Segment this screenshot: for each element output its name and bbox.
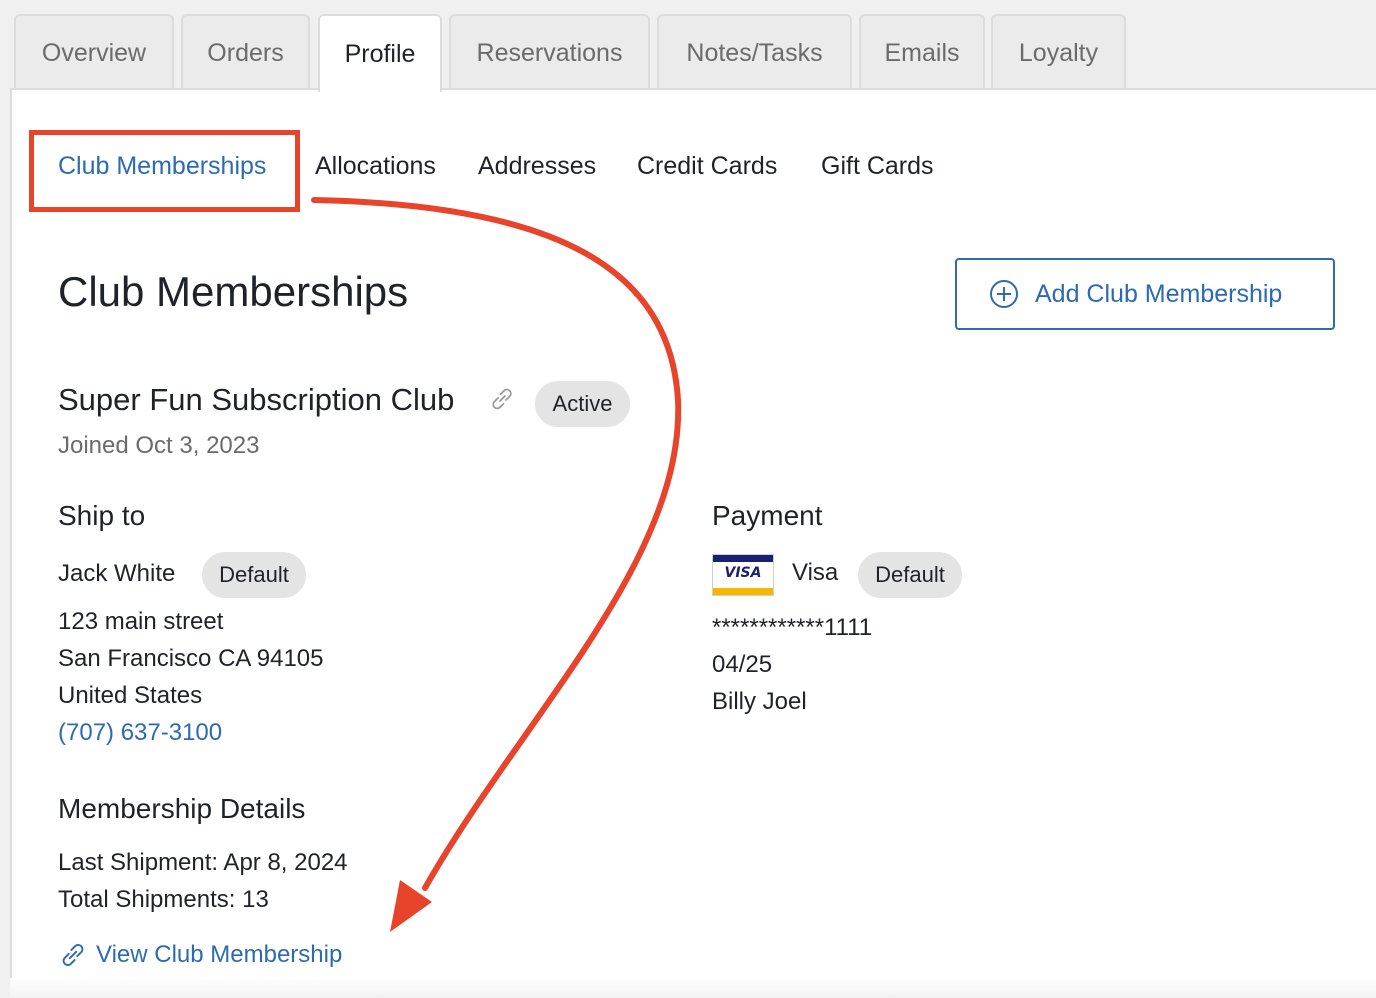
link-icon[interactable]	[488, 385, 516, 413]
last-shipment: Last Shipment: Apr 8, 2024	[58, 849, 348, 876]
visa-card-icon: VISA	[712, 554, 774, 596]
ship-to-street: 123 main street	[58, 608, 224, 635]
plus-circle-icon	[990, 280, 1018, 308]
tab-reservations[interactable]: Reservations	[449, 14, 650, 90]
subnav-allocations[interactable]: Allocations	[315, 152, 436, 181]
total-shipments: Total Shipments: 13	[58, 886, 269, 913]
membership-details-heading: Membership Details	[58, 793, 306, 824]
payment-cardholder: Billy Joel	[712, 688, 807, 715]
link-icon[interactable]	[58, 940, 88, 970]
payment-default-badge: Default	[858, 552, 962, 598]
panel-bottom-edge	[10, 978, 1376, 998]
tab-orders[interactable]: Orders	[181, 14, 310, 90]
tab-profile[interactable]: Profile	[318, 14, 442, 92]
ship-to-city: San Francisco CA 94105	[58, 645, 324, 672]
subnav-addresses[interactable]: Addresses	[478, 152, 596, 181]
view-club-membership-link[interactable]: View Club Membership	[96, 941, 342, 969]
payment-card-type: Visa	[792, 559, 839, 586]
status-badge: Active	[535, 381, 630, 427]
tab-loyalty[interactable]: Loyalty	[991, 14, 1126, 90]
ship-to-phone-link[interactable]: (707) 637-3100	[58, 719, 222, 747]
subnav-credit-cards[interactable]: Credit Cards	[637, 152, 777, 181]
payment-heading: Payment	[712, 500, 823, 531]
top-tab-bar: Overview Orders Profile Reservations Not…	[0, 0, 1376, 92]
tab-notes-tasks[interactable]: Notes/Tasks	[657, 14, 852, 90]
club-name: Super Fun Subscription Club	[58, 382, 455, 417]
page-title: Club Memberships	[58, 268, 409, 315]
payment-expiry: 04/25	[712, 651, 773, 678]
annotation-highlight-box	[29, 130, 300, 212]
add-button-label: Add Club Membership	[1035, 279, 1283, 308]
ship-to-name: Jack White	[58, 560, 176, 587]
tab-emails[interactable]: Emails	[859, 14, 985, 90]
ship-to-heading: Ship to	[58, 500, 146, 531]
joined-date: Joined Oct 3, 2023	[58, 432, 260, 459]
subnav-gift-cards[interactable]: Gift Cards	[821, 152, 934, 181]
payment-masked-number: ************1111	[712, 614, 873, 641]
tab-overview[interactable]: Overview	[14, 14, 174, 90]
ship-to-country: United States	[58, 682, 203, 709]
ship-to-default-badge: Default	[202, 552, 306, 598]
add-club-membership-button[interactable]: Add Club Membership	[955, 258, 1335, 330]
